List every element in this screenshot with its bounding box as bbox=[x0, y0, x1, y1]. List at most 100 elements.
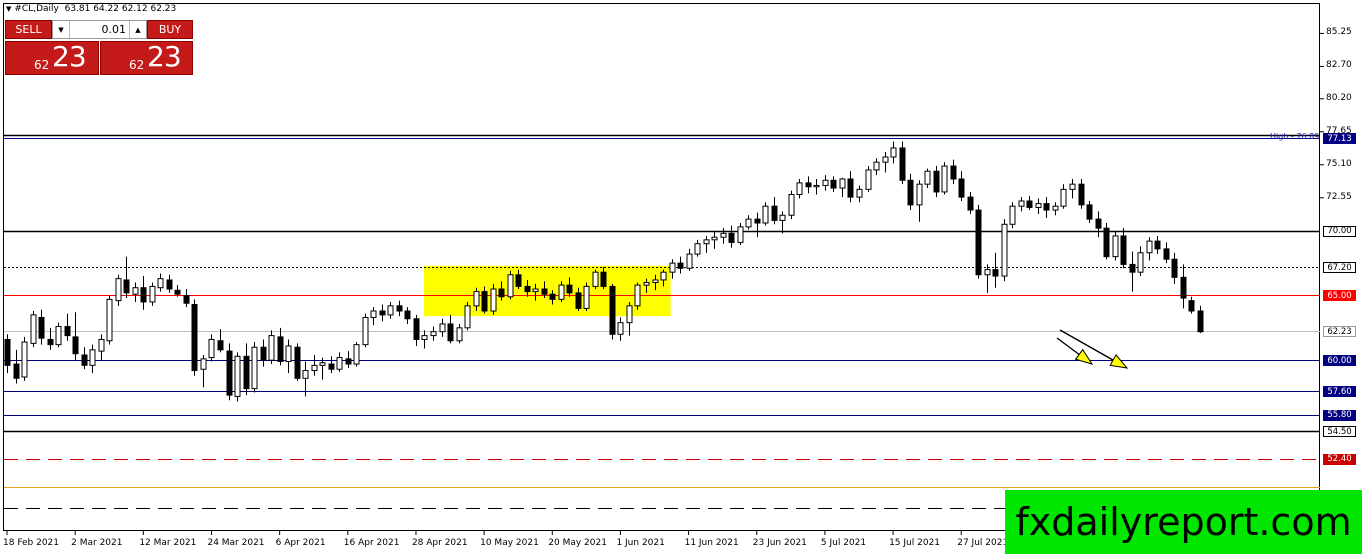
candle-body-136 bbox=[1163, 248, 1170, 260]
candle-body-29 bbox=[251, 346, 258, 390]
candle-body-28 bbox=[243, 355, 250, 390]
candle-body-55 bbox=[473, 291, 480, 307]
x-tick-label: 1 Jun 2021 bbox=[616, 538, 665, 548]
candle-body-61 bbox=[524, 285, 531, 293]
candle-body-92 bbox=[788, 194, 795, 216]
level-badge: 62.23 bbox=[1323, 326, 1356, 338]
candle-body-9 bbox=[81, 354, 88, 366]
candle-body-50 bbox=[430, 331, 437, 337]
level-badge: 52.40 bbox=[1323, 453, 1356, 465]
candle-body-103 bbox=[882, 156, 889, 163]
candle-body-99 bbox=[847, 178, 854, 198]
candle-body-38 bbox=[328, 363, 335, 370]
level-badge: 57.60 bbox=[1323, 386, 1356, 398]
x-tick-label: 16 Apr 2021 bbox=[343, 538, 400, 548]
lot-size-value[interactable]: 0.01 bbox=[102, 23, 127, 36]
candle-body-30 bbox=[260, 346, 267, 361]
buy-price-button[interactable]: 62 23 bbox=[100, 40, 193, 75]
level-badge: 67.20 bbox=[1323, 262, 1356, 273]
x-tick-label: 23 Jun 2021 bbox=[752, 538, 807, 548]
candle-body-113 bbox=[967, 196, 974, 211]
x-tick-label: 28 Apr 2021 bbox=[411, 538, 468, 548]
candle-body-70 bbox=[600, 271, 607, 287]
buy-button[interactable]: BUY bbox=[147, 20, 193, 39]
candle-body-117 bbox=[1001, 223, 1008, 277]
candle-body-7 bbox=[64, 326, 71, 337]
candle-body-35 bbox=[302, 370, 309, 379]
x-tick-label: 15 Jul 2021 bbox=[889, 538, 941, 548]
sell-price-button[interactable]: 62 23 bbox=[5, 40, 99, 75]
candle-body-123 bbox=[1052, 205, 1059, 211]
level-badge: 65.00 bbox=[1323, 290, 1356, 302]
candle-body-116 bbox=[992, 269, 999, 277]
candle-body-54 bbox=[464, 305, 471, 329]
candle-body-5 bbox=[47, 338, 54, 346]
candle-body-73 bbox=[626, 305, 633, 324]
triangle-down-icon: ▼ bbox=[6, 5, 12, 13]
candle-body-133 bbox=[1137, 252, 1144, 273]
price-chart[interactable] bbox=[0, 0, 1362, 554]
x-tick-label: 6 Apr 2021 bbox=[275, 538, 326, 548]
candle-body-124 bbox=[1060, 188, 1067, 207]
candle-body-1 bbox=[13, 363, 20, 379]
candle-body-65 bbox=[558, 284, 565, 300]
sell-price-small: 62 bbox=[34, 58, 50, 72]
candle-body-125 bbox=[1069, 183, 1076, 190]
lot-down-arrow-icon[interactable]: ▼ bbox=[53, 21, 70, 38]
sell-button[interactable]: SELL bbox=[5, 20, 52, 39]
candle-body-79 bbox=[677, 262, 684, 269]
candle-body-105 bbox=[899, 147, 906, 181]
candle-body-127 bbox=[1086, 204, 1093, 220]
candle-body-34 bbox=[294, 346, 301, 379]
candle-body-111 bbox=[950, 165, 957, 180]
candle-body-27 bbox=[234, 355, 241, 397]
y-tick-label: 72.55 bbox=[1326, 191, 1352, 202]
candle-body-68 bbox=[583, 285, 590, 309]
candle-body-98 bbox=[839, 178, 846, 189]
candle-body-106 bbox=[907, 179, 914, 206]
x-tick-label: 10 May 2021 bbox=[480, 538, 539, 548]
candle-body-24 bbox=[208, 338, 215, 359]
candle-body-32 bbox=[277, 336, 284, 362]
forecast-arrow-long-head bbox=[1109, 354, 1129, 369]
candle-body-36 bbox=[311, 364, 318, 372]
symbol-label: #CL,Daily bbox=[14, 4, 59, 14]
candle-body-48 bbox=[413, 318, 420, 340]
lot-size-field[interactable]: ▼ 0.01 ▲ bbox=[52, 20, 147, 39]
x-tick-label: 24 Mar 2021 bbox=[207, 538, 265, 548]
candle-body-15 bbox=[132, 287, 139, 295]
candle-body-44 bbox=[379, 310, 386, 316]
one-click-trading-panel: SELL ▼ 0.01 ▲ BUY 62 23 62 23 bbox=[5, 20, 193, 76]
candle-body-119 bbox=[1018, 200, 1025, 207]
candle-body-10 bbox=[89, 349, 96, 366]
candle-body-2 bbox=[21, 341, 28, 378]
candle-body-14 bbox=[123, 279, 130, 294]
candle-body-26 bbox=[226, 350, 233, 396]
candle-body-91 bbox=[779, 214, 786, 221]
candle-body-64 bbox=[549, 293, 556, 300]
candle-body-110 bbox=[941, 165, 948, 193]
candle-body-109 bbox=[933, 170, 940, 193]
candle-body-63 bbox=[541, 288, 548, 295]
candle-body-74 bbox=[634, 284, 641, 307]
candle-body-47 bbox=[404, 310, 411, 320]
candle-body-46 bbox=[396, 305, 403, 312]
candle-body-37 bbox=[319, 362, 326, 366]
candle-body-84 bbox=[720, 232, 727, 238]
candle-body-77 bbox=[660, 271, 667, 281]
candle-body-12 bbox=[106, 298, 113, 342]
candle-body-20 bbox=[174, 289, 181, 295]
candle-body-81 bbox=[694, 243, 701, 255]
candle-body-59 bbox=[507, 274, 514, 298]
candle-body-102 bbox=[873, 161, 880, 171]
candle-body-97 bbox=[830, 179, 837, 189]
candle-body-41 bbox=[353, 344, 360, 365]
candle-body-43 bbox=[370, 310, 377, 318]
candle-body-90 bbox=[771, 205, 778, 221]
high-label: High - 76.89 bbox=[1270, 132, 1320, 141]
x-tick-label: 20 May 2021 bbox=[548, 538, 607, 548]
candle-body-129 bbox=[1103, 227, 1110, 258]
lot-up-arrow-icon[interactable]: ▲ bbox=[129, 21, 146, 38]
candle-body-6 bbox=[55, 326, 62, 346]
candle-body-56 bbox=[481, 291, 488, 312]
